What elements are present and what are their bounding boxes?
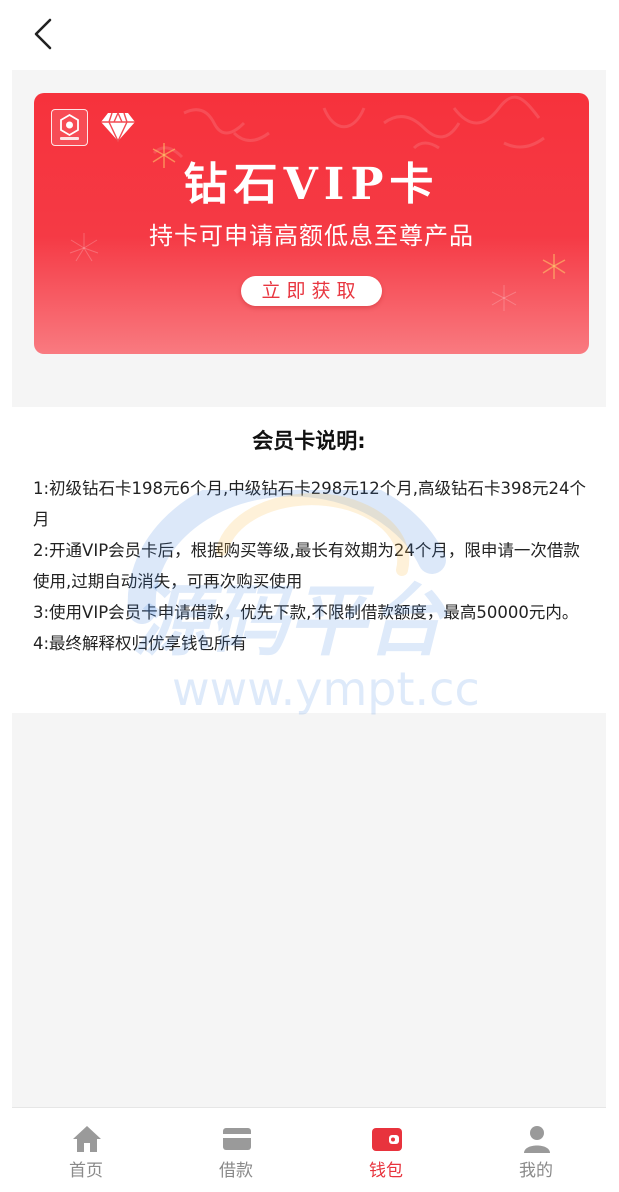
tab-home[interactable]: 首页: [12, 1108, 160, 1192]
description-item: 4:最终解释权归优享钱包所有: [33, 634, 248, 653]
tab-label: 首页: [69, 1161, 103, 1181]
top-nav-bar: [12, 0, 606, 70]
description-title: 会员卡说明:: [252, 429, 366, 453]
brand-logo: [51, 109, 88, 146]
bottom-tab-bar: 首页 借款 钱包 我的: [12, 1107, 606, 1192]
brand-logo-icon: [60, 113, 79, 140]
banner-subtitle: 持卡可申请高额低息至尊产品: [149, 222, 474, 250]
back-button[interactable]: [28, 14, 58, 54]
tab-wallet[interactable]: 钱包: [312, 1108, 460, 1192]
membership-description: 会员卡说明: 1:初级钻石卡198元6个月,中级钻石卡298元12个月,高级钻石…: [12, 407, 606, 713]
diamond-icon-wrap: [100, 111, 136, 143]
user-icon: [524, 1126, 550, 1153]
description-item: 1:初级钻石卡198元6个月,中级钻石卡298元12个月,高级钻石卡398元24…: [33, 479, 587, 529]
tab-label: 我的: [519, 1161, 553, 1181]
chevron-left-icon: [34, 18, 52, 50]
tab-label: 钱包: [369, 1161, 403, 1181]
description-item: 2:开通VIP会员卡后，根据购买等级,最长有效期为24个月，限申请一次借款使用,…: [33, 541, 580, 591]
banner-title: 钻石VIP卡: [183, 159, 440, 210]
tab-label: 借款: [219, 1161, 253, 1181]
tab-loan[interactable]: 借款: [162, 1108, 310, 1192]
wallet-icon: [372, 1128, 402, 1151]
app-screen: 钻石VIP卡 持卡可申请高额低息至尊产品 立即获取 会员卡说明: 1:初级钻石卡…: [12, 0, 606, 1192]
description-item: 3:使用VIP会员卡申请借款，优先下款,不限制借款额度，最高50000元内。: [33, 603, 579, 622]
tab-mine[interactable]: 我的: [462, 1108, 606, 1192]
get-now-button[interactable]: 立即获取: [241, 276, 382, 306]
card-icon: [223, 1128, 251, 1150]
home-icon: [73, 1126, 101, 1152]
diamond-icon: [101, 112, 135, 143]
vip-card-banner[interactable]: 钻石VIP卡 持卡可申请高额低息至尊产品 立即获取: [34, 93, 589, 354]
description-list: 1:初级钻石卡198元6个月,中级钻石卡298元12个月,高级钻石卡398元24…: [33, 473, 589, 659]
